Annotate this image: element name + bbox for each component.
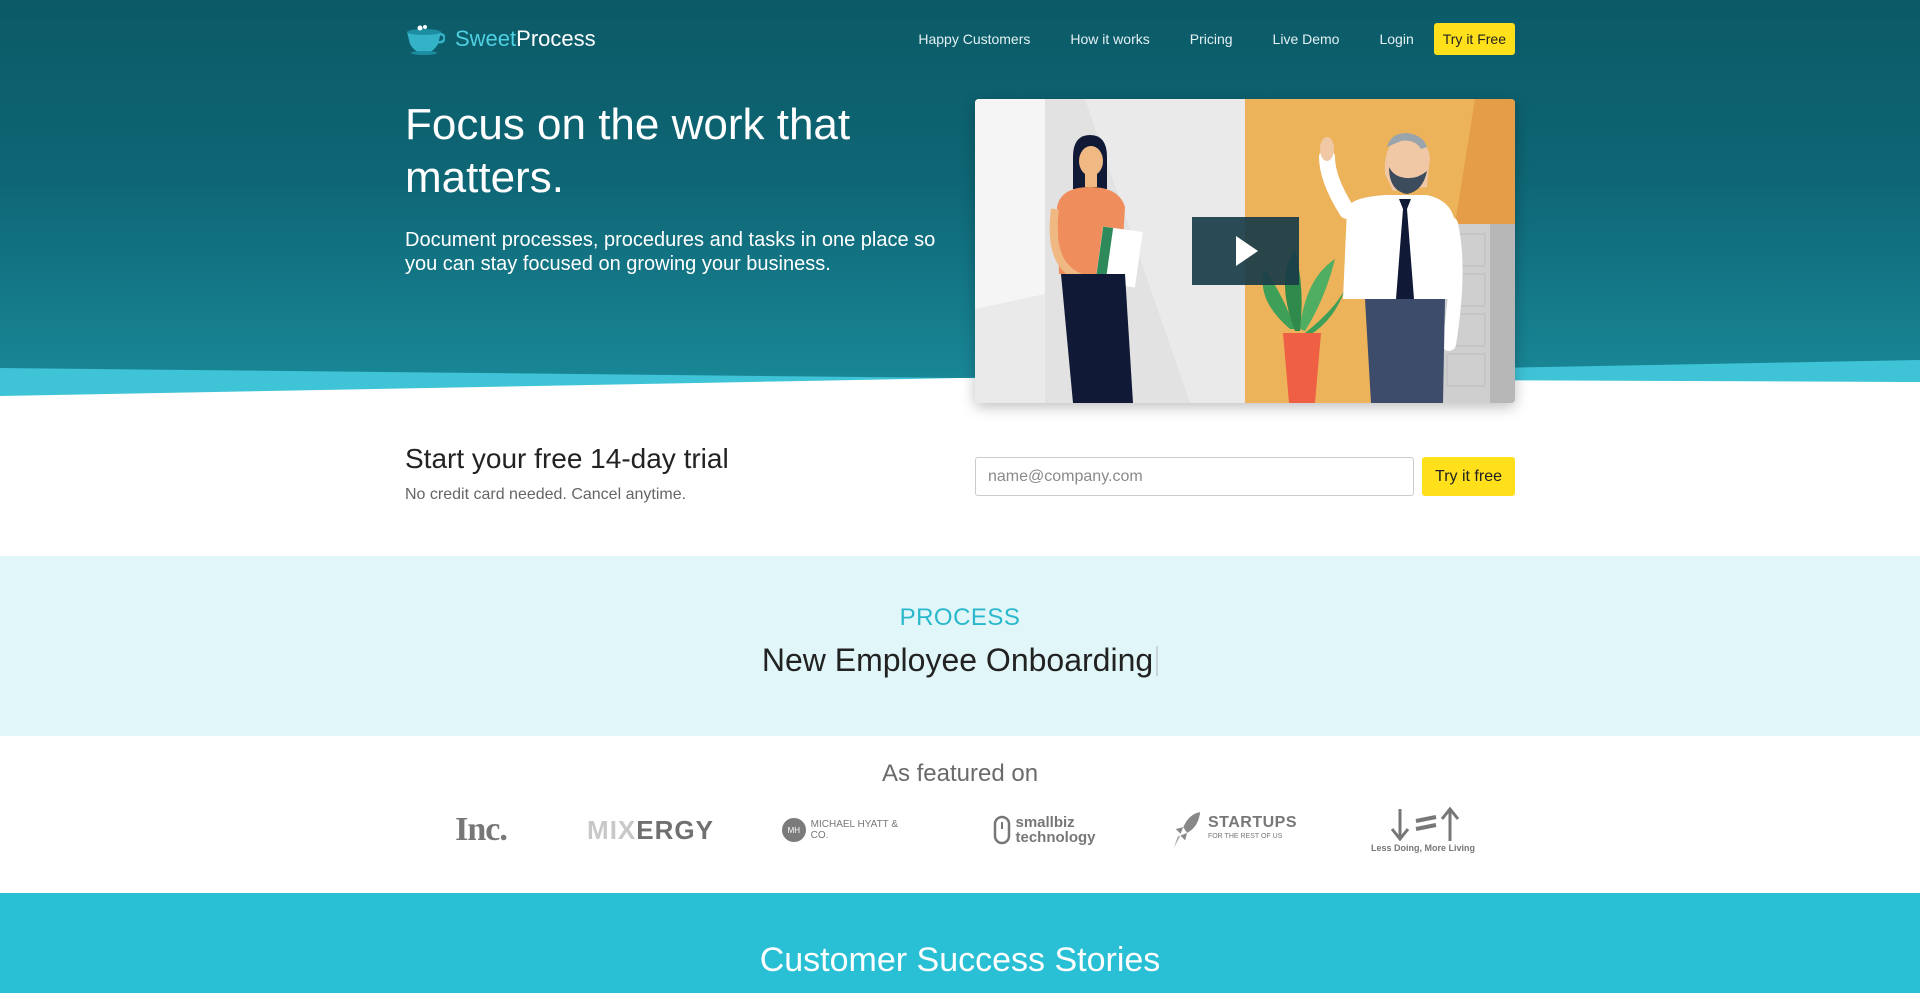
- startups-logo-text: STARTUPS FOR THE REST OF US: [1207, 814, 1297, 844]
- hero-wave-divider: [0, 360, 1920, 400]
- customer-success-section: Customer Success Stories: [0, 893, 1920, 993]
- michael-hyatt-logo-text: MICHAEL HYATT & CO.: [810, 819, 899, 841]
- inc-logo: Inc.: [436, 800, 526, 860]
- video-play-button[interactable]: [1192, 217, 1299, 285]
- email-input[interactable]: [975, 457, 1414, 496]
- michael-hyatt-logo: MH MICHAEL HYATT & CO.: [782, 800, 917, 860]
- smallbiz-logo-text: smallbiz technology: [1015, 815, 1095, 845]
- process-example-name: New Employee Onboarding: [0, 642, 1920, 679]
- startups-logo-title: STARTUPS: [1207, 814, 1297, 831]
- featured-logos: Inc. MIXERGY MH MICHAEL HYATT & CO. smal…: [0, 800, 1920, 860]
- brand-logo[interactable]: SweetProcess: [405, 22, 596, 56]
- hero-title: Focus on the work that matters.: [405, 100, 851, 202]
- arrows-icon: [1390, 807, 1460, 842]
- smallbiz-technology-logo: smallbiz technology: [982, 800, 1107, 860]
- inc-logo-text: Inc.: [455, 811, 508, 848]
- startups-logo: STARTUPS FOR THE REST OF US: [1172, 800, 1297, 860]
- teacup-logo-icon: [407, 25, 445, 55]
- nav-link-pricing[interactable]: Pricing: [1190, 31, 1233, 47]
- trial-subtitle: No credit card needed. Cancel anytime.: [405, 486, 687, 503]
- smallbiz-logo-text-2: technology: [1015, 829, 1096, 846]
- hero-subtitle: Document processes, procedures and tasks…: [405, 229, 936, 275]
- less-doing-logo-text: Less Doing, More Living: [1370, 843, 1475, 853]
- mouse-icon: [994, 815, 1011, 845]
- nav-link-live-demo[interactable]: Live Demo: [1273, 31, 1340, 47]
- typing-cursor: [1156, 646, 1159, 676]
- smallbiz-logo-text-1: smallbiz: [1015, 814, 1075, 831]
- brand-name: SweetProcess: [455, 26, 596, 52]
- mixergy-logo-text-light: MIX: [587, 814, 637, 845]
- nav-link-login[interactable]: Login: [1379, 31, 1413, 47]
- mixergy-logo: MIXERGY: [587, 800, 714, 860]
- trial-title: Start your free 14-day trial: [405, 443, 729, 474]
- rocket-icon: [1173, 812, 1201, 848]
- top-navigation: SweetProcess Happy Customers How it work…: [405, 20, 1515, 58]
- process-label: PROCESS: [899, 604, 1021, 631]
- play-icon: [1236, 236, 1258, 266]
- customer-success-title: Customer Success Stories: [759, 941, 1161, 979]
- hero-section: SweetProcess Happy Customers How it work…: [0, 0, 1920, 400]
- try-it-free-button[interactable]: Try it free: [1422, 457, 1515, 496]
- intro-video[interactable]: [975, 99, 1515, 403]
- process-example-text: New Employee Onboarding: [761, 642, 1154, 678]
- michael-hyatt-monogram: MH: [782, 818, 806, 842]
- try-it-free-nav-button[interactable]: Try it Free: [1433, 23, 1515, 55]
- process-showcase: PROCESS New Employee Onboarding: [0, 556, 1920, 736]
- nav-links: Happy Customers How it works Pricing Liv…: [918, 23, 1515, 55]
- less-doing-logo: Less Doing, More Living: [1363, 800, 1483, 860]
- mixergy-logo-text-dark: ERGY: [636, 814, 714, 845]
- mixergy-logo-text: MIXERGY: [587, 815, 714, 846]
- brand-name-sweet: Sweet: [455, 26, 517, 51]
- startups-logo-tagline: FOR THE REST OF US: [1207, 833, 1283, 840]
- featured-on-title: As featured on: [881, 760, 1039, 787]
- nav-link-happy-customers[interactable]: Happy Customers: [918, 31, 1030, 47]
- brand-name-process: Process: [516, 26, 596, 51]
- nav-link-how-it-works[interactable]: How it works: [1070, 31, 1149, 47]
